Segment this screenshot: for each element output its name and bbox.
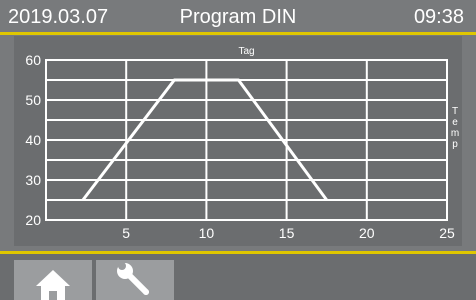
wrench-icon <box>117 262 149 295</box>
header-bar: 2019.03.07 Program DIN 09:38 <box>0 0 476 32</box>
y-tick-label: 20 <box>25 212 41 228</box>
y-axis-label-char: e <box>452 117 458 128</box>
y-tick-label: 50 <box>25 92 41 108</box>
program-title: Program DIN <box>179 6 297 28</box>
y-axis-label-char: m <box>451 128 459 139</box>
home-icon <box>36 270 70 300</box>
x-tick-label: 15 <box>279 225 295 241</box>
y-tick-label: 60 <box>25 52 41 68</box>
time-label: 09:38 <box>413 6 464 28</box>
toolbar <box>0 254 476 300</box>
settings-button[interactable] <box>96 260 174 300</box>
chart-title: Tag <box>238 46 254 57</box>
y-axis-label-char: p <box>452 139 458 150</box>
x-tick-label: 20 <box>359 225 375 241</box>
y-axis-label: Temp <box>451 106 459 150</box>
temperature-chart: 20 30 40 50 60 5 10 15 20 25 Tag T e m p <box>25 46 459 241</box>
chart-panel: 20 30 40 50 60 5 10 15 20 25 Tag Te m p <box>14 36 462 246</box>
header-divider <box>0 32 476 35</box>
screen: 2019.03.07 Program DIN 09:38 20 30 40 50 60 5… <box>0 0 476 300</box>
y-axis-label-char: T <box>452 106 458 117</box>
y-tick-label: 40 <box>25 132 41 148</box>
x-tick-label: 25 <box>439 225 455 241</box>
home-button[interactable] <box>14 260 92 300</box>
y-tick-label: 30 <box>25 172 41 188</box>
x-tick-label: 5 <box>122 225 130 241</box>
x-tick-label: 10 <box>199 225 215 241</box>
